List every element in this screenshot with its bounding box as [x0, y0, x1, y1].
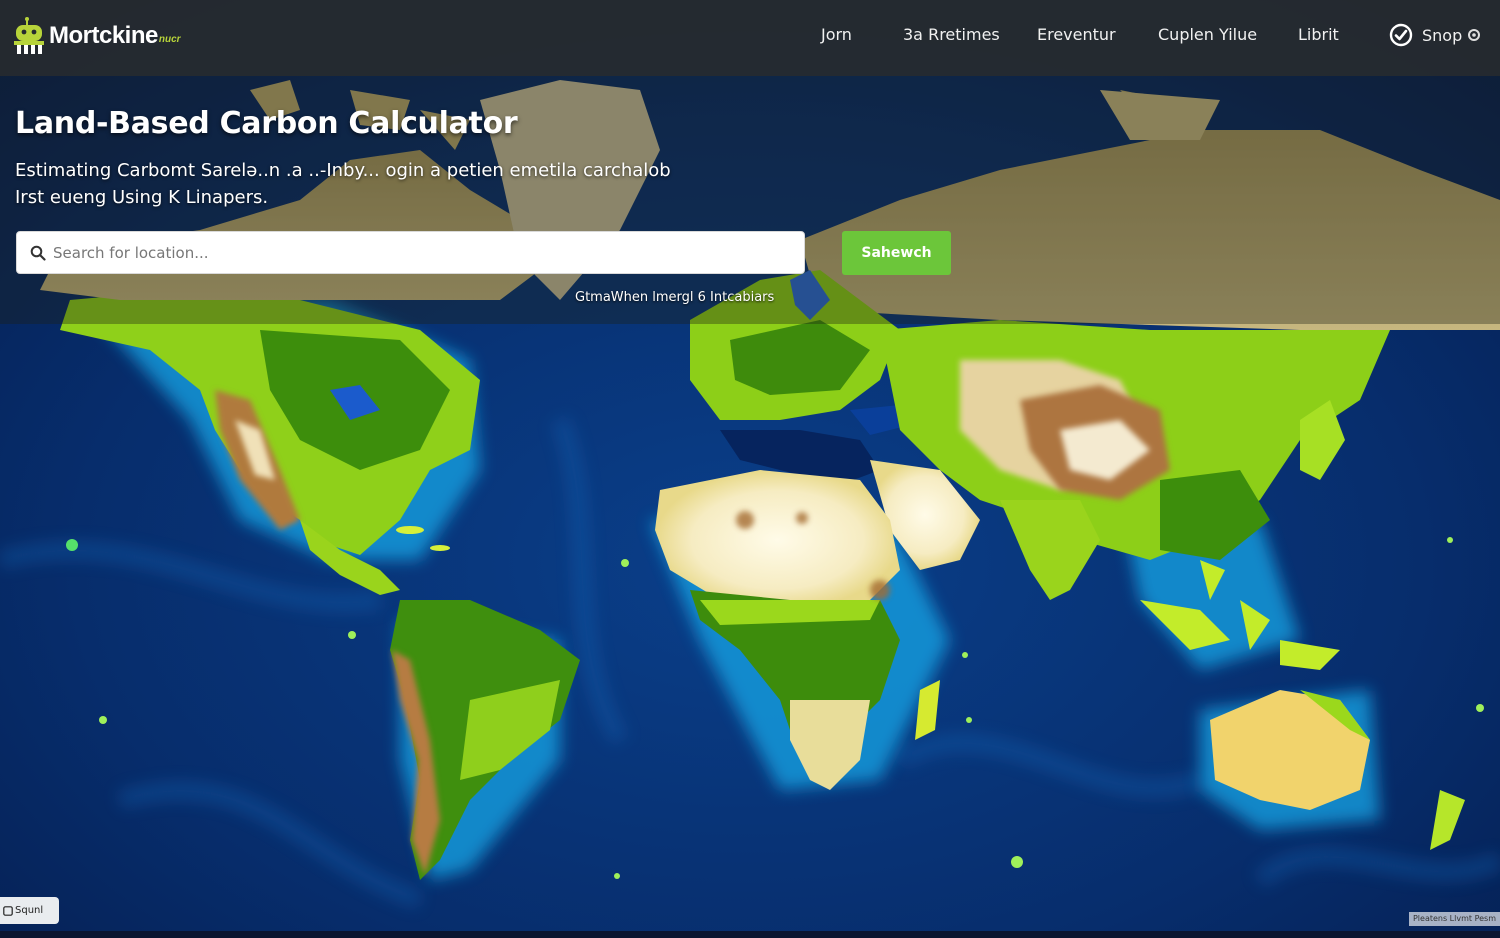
hero-subtitle-line-1: Estimating Carbomt Sarelə..n .a ..-Inby.… — [15, 160, 671, 181]
nav-item-3[interactable]: Ereventur — [1037, 25, 1116, 44]
search-input[interactable] — [53, 232, 804, 273]
top-navigation-bar: Mortckine nucr Jorn 3a Rretimes Ereventu… — [0, 0, 1500, 76]
account-label: Snop — [1422, 25, 1463, 45]
hero-subtitle-line-2: Irst eueng Using K Linapers. — [15, 187, 269, 208]
main-nav: Jorn 3a Rretimes Ereventur Cuplen Yilue … — [0, 0, 1500, 76]
search-icon — [30, 245, 46, 261]
nav-item-4[interactable]: Cuplen Yilue — [1158, 25, 1257, 44]
map-control-label: Squnl — [15, 905, 44, 916]
gear-icon — [1468, 29, 1481, 41]
map-attribution[interactable]: Pleatens Llvmt Pesm — [1408, 912, 1500, 926]
page-title: Land-Based Carbon Calculator — [15, 106, 518, 141]
search-hint-link[interactable]: GtmaWhen lmergl 6 Intcabiars — [575, 290, 774, 305]
nav-item-1[interactable]: Jorn — [821, 25, 852, 44]
check-circle-icon — [1389, 23, 1413, 47]
search-field[interactable] — [16, 231, 805, 274]
nav-item-5[interactable]: Librit — [1298, 25, 1339, 44]
map-control-chip[interactable]: Squnl — [0, 897, 59, 924]
page-footer-strip — [0, 931, 1500, 938]
search-button[interactable]: Sahewch — [842, 231, 951, 275]
nav-item-2[interactable]: 3a Rretimes — [903, 25, 1000, 44]
layers-icon — [3, 905, 13, 916]
account-menu-button[interactable]: Snop — [1389, 23, 1481, 47]
